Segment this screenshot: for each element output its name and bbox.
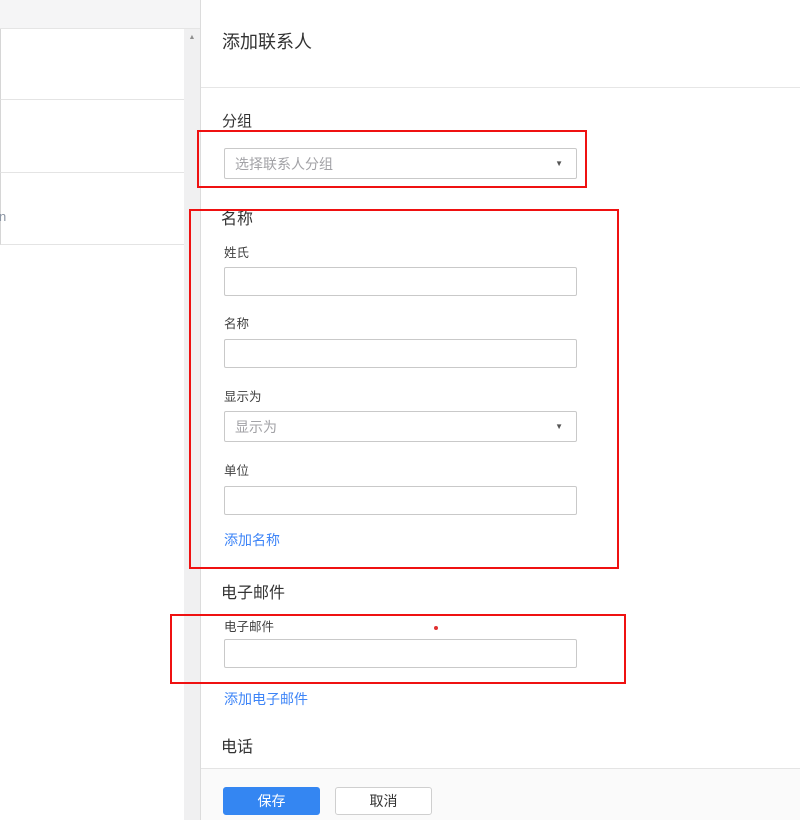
page-title: 添加联系人 xyxy=(222,32,312,52)
chevron-down-icon: ▼ xyxy=(555,422,563,431)
email-label: 电子邮件 xyxy=(224,620,275,634)
cancel-button[interactable]: 取消 xyxy=(335,787,432,815)
list-item[interactable]: n xyxy=(0,173,184,245)
chevron-down-icon: ▼ xyxy=(555,159,563,168)
group-select-placeholder: 选择联系人分组 xyxy=(235,155,333,172)
group-section-label: 分组 xyxy=(222,113,253,130)
group-select[interactable]: 选择联系人分组 ▼ xyxy=(224,148,577,179)
email-section-heading: 电子邮件 xyxy=(221,585,286,602)
scroll-up-arrow-icon[interactable]: ▲ xyxy=(184,33,200,42)
add-email-link[interactable]: 添加电子邮件 xyxy=(224,689,308,709)
display-as-select[interactable]: 显示为 ▼ xyxy=(224,411,577,442)
company-input[interactable] xyxy=(224,486,577,515)
list-item[interactable] xyxy=(0,29,184,100)
truncated-list-text: n xyxy=(0,209,7,224)
last-name-input[interactable] xyxy=(224,267,577,296)
display-as-label: 显示为 xyxy=(224,390,262,404)
form-footer: 保存 取消 xyxy=(201,768,800,820)
scrollbar[interactable]: ▲ xyxy=(184,29,200,820)
email-input[interactable] xyxy=(224,639,577,668)
list-item[interactable] xyxy=(0,100,184,173)
first-name-input[interactable] xyxy=(224,339,577,368)
save-button[interactable]: 保存 xyxy=(223,787,320,815)
last-name-label: 姓氏 xyxy=(224,246,250,260)
first-name-label: 名称 xyxy=(224,317,250,331)
display-as-placeholder: 显示为 xyxy=(235,418,277,435)
title-divider xyxy=(201,87,800,88)
phone-section-heading: 电话 xyxy=(221,739,254,756)
add-name-link[interactable]: 添加名称 xyxy=(224,530,280,550)
add-contact-panel: 添加联系人 分组 选择联系人分组 ▼ 名称 姓氏 名称 显示为 显示为 ▼ 单位… xyxy=(201,0,800,820)
company-label: 单位 xyxy=(224,464,250,478)
name-section-heading: 名称 xyxy=(221,211,254,228)
sidebar-top-band xyxy=(0,0,201,29)
